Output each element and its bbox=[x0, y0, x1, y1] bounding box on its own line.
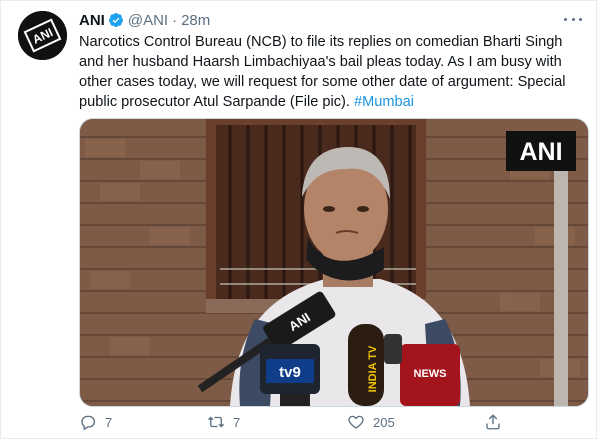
author-name[interactable]: ANI bbox=[79, 12, 105, 29]
author-avatar[interactable]: ANI bbox=[18, 11, 67, 60]
share-icon bbox=[486, 414, 500, 430]
ani-watermark-logo: ANI bbox=[506, 131, 576, 171]
reply-count: 7 bbox=[105, 414, 113, 430]
more-options-icon[interactable] bbox=[564, 13, 582, 25]
tweet-actions-bar: 7 7 205 bbox=[79, 413, 585, 435]
tweet-body: Narcotics Control Bureau (NCB) to file i… bbox=[79, 34, 566, 110]
ani-logo-icon: ANI bbox=[18, 11, 67, 60]
svg-text:ANI: ANI bbox=[519, 138, 562, 166]
svg-text:NEWS: NEWS bbox=[414, 368, 447, 380]
reply-button[interactable]: 7 bbox=[79, 413, 112, 431]
retweet-button[interactable]: 7 bbox=[207, 413, 240, 431]
tweet-text: Narcotics Control Bureau (NCB) to file i… bbox=[79, 32, 585, 112]
hashtag-link[interactable]: #Mumbai bbox=[354, 94, 414, 110]
tweet-header: ANI @ANI · 28m bbox=[79, 10, 210, 30]
like-count: 205 bbox=[373, 414, 395, 430]
svg-text:tv9: tv9 bbox=[279, 364, 301, 381]
share-button[interactable] bbox=[484, 413, 502, 431]
retweet-count: 7 bbox=[233, 414, 241, 430]
author-handle[interactable]: @ANI bbox=[128, 12, 168, 29]
like-icon bbox=[348, 415, 364, 429]
retweet-icon bbox=[208, 416, 224, 428]
like-button[interactable]: 205 bbox=[347, 413, 395, 431]
tweet-card[interactable]: ANI ANI @ANI · 28m Narcotics Control Bur… bbox=[0, 0, 597, 439]
separator-dot: · bbox=[172, 11, 178, 29]
drain-pipe bbox=[554, 139, 568, 406]
svg-text:INDIA TV: INDIA TV bbox=[367, 345, 379, 392]
reply-icon bbox=[81, 415, 95, 431]
tweet-media-image[interactable]: ANI tv9 INDIA TV NEWS ANI bbox=[79, 118, 589, 407]
verified-badge-icon bbox=[108, 12, 124, 28]
tweet-timestamp[interactable]: 28m bbox=[181, 12, 210, 29]
